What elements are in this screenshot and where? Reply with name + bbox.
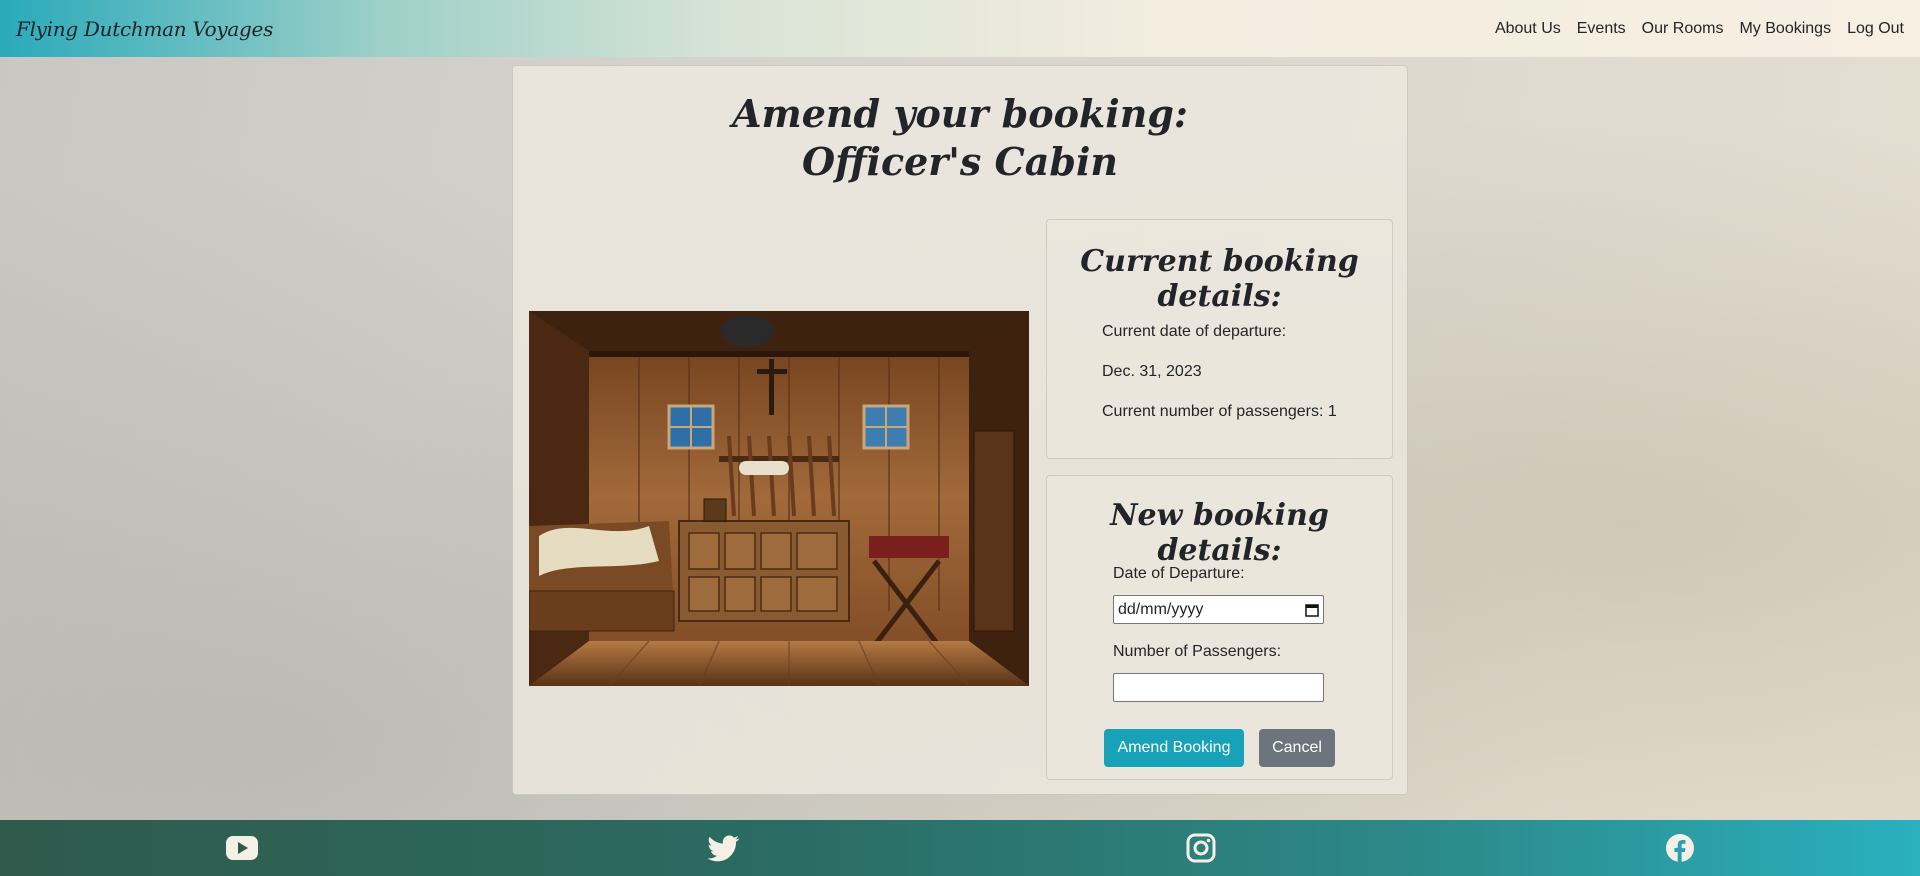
current-departure-label: Current date of departure:	[1102, 323, 1287, 340]
nav-link-our-rooms[interactable]: Our Rooms	[1642, 20, 1724, 38]
navbar: Flying Dutchman Voyages About Us Events …	[0, 0, 1920, 57]
current-passengers: Current number of passengers: 1	[1102, 403, 1337, 420]
cabin-illustration	[529, 311, 1029, 686]
date-of-departure-label: Date of Departure:	[1113, 565, 1245, 582]
nav-link-my-bookings[interactable]: My Bookings	[1739, 20, 1831, 38]
new-booking-heading: New booking details:	[1110, 498, 1329, 568]
page-title-line1: Amend your booking:	[732, 91, 1188, 136]
calendar-icon[interactable]	[1305, 603, 1319, 617]
brand-logo[interactable]: Flying Dutchman Voyages	[16, 17, 273, 41]
date-placeholder: dd/mm/yyyy	[1118, 600, 1204, 618]
amend-booking-card: Amend your booking: Officer's Cabin Curr…	[512, 65, 1408, 795]
nav-link-log-out[interactable]: Log Out	[1847, 20, 1904, 38]
current-booking-card: Current booking details: Current date of…	[1046, 219, 1393, 459]
nav-links: About Us Events Our Rooms My Bookings Lo…	[1495, 20, 1904, 38]
room-name: Officer's Cabin	[801, 139, 1119, 184]
current-departure-date: Dec. 31, 2023	[1102, 363, 1202, 380]
number-of-passengers-input[interactable]	[1113, 673, 1324, 702]
room-photo	[529, 311, 1029, 686]
number-of-passengers-label: Number of Passengers:	[1113, 643, 1282, 660]
page-title: Amend your booking: Officer's Cabin	[513, 90, 1407, 186]
nav-link-events[interactable]: Events	[1577, 20, 1626, 38]
footer	[0, 820, 1920, 876]
date-of-departure-input[interactable]: dd/mm/yyyy	[1113, 595, 1324, 624]
cancel-button[interactable]: Cancel	[1259, 729, 1335, 767]
new-booking-card: New booking details: Date of Departure: …	[1046, 475, 1393, 780]
amend-booking-button[interactable]: Amend Booking	[1104, 729, 1244, 767]
facebook-icon[interactable]	[1663, 833, 1697, 863]
nav-link-about-us[interactable]: About Us	[1495, 20, 1561, 38]
youtube-icon[interactable]	[225, 833, 259, 863]
instagram-icon[interactable]	[1184, 833, 1218, 863]
current-booking-heading: Current booking details:	[1080, 244, 1359, 314]
twitter-icon[interactable]	[707, 833, 741, 863]
